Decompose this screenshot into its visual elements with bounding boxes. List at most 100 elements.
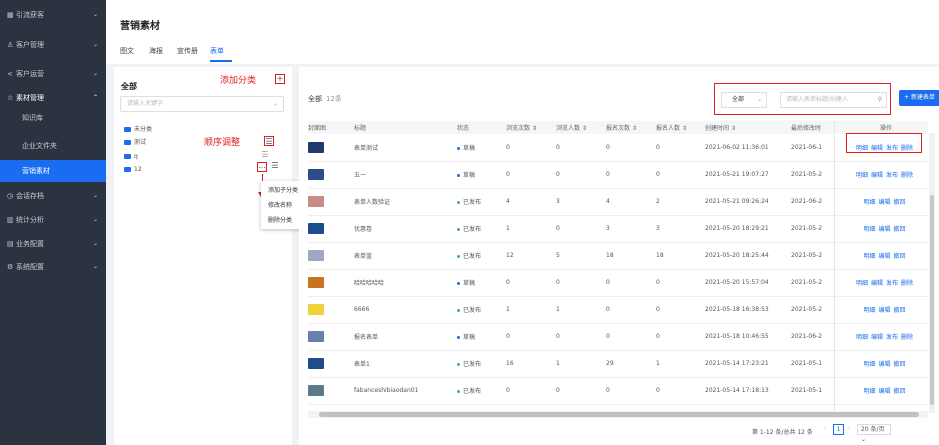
tree-item[interactable]: 12 [124,165,142,174]
cover-thumbnail [308,223,324,234]
modified-cell: 2021-05-1 [791,377,844,405]
action-link[interactable]: 删除 [901,280,913,287]
sidebar-item-archive[interactable]: ◷ 会话存档 ⌄ [0,186,106,206]
col-views[interactable]: 浏览次数 ⇕ [506,121,556,134]
add-category-icon[interactable]: + [275,74,285,84]
status-select[interactable]: 全部 ⌄ [721,92,767,108]
action-link[interactable]: 发布 [886,172,898,179]
action-link[interactable]: 编辑 [878,226,890,233]
sidebar-item-stats[interactable]: ▥ 统计分析 ⌄ [0,210,106,230]
menu-icon[interactable]: ☰ [260,150,270,160]
action-link[interactable]: 明细 [863,388,875,395]
action-link[interactable]: 明细 [856,172,868,179]
page-size-select[interactable]: 20 条/页 ⌄ [857,424,891,443]
more-icon[interactable]: ⋯ [257,162,267,172]
action-link[interactable]: 撤回 [894,199,906,206]
tree-item[interactable]: 测试 [124,138,146,147]
annotation-add-category: 添加分类 [220,76,257,86]
sidebar-sub-folder[interactable]: 企业文件夹 [0,135,106,157]
sidebar-item-operations[interactable]: < 客户运营 ⌄ [0,64,106,84]
category-panel: 全部 请输入关键字 ⌄ 未分类 测试 q 12 [114,67,292,445]
filter-box: 全部 ⌄ 请输入表单标题/创建人 ⚲ [714,83,891,115]
col-viewers[interactable]: 浏览人数 ⇕ [556,121,606,134]
col-signers[interactable]: 报名人数 ⇕ [656,121,705,134]
action-link[interactable]: 撤回 [894,226,906,233]
sidebar-item-materials[interactable]: ☆ 素材管理 ⌃ [0,88,106,108]
sidebar-item-customers[interactable]: ♙ 客户管理 ⌄ [0,35,106,55]
next-page-icon[interactable]: › [848,425,850,432]
status-cell: 已发布 [457,188,506,216]
action-link[interactable]: 编辑 [878,199,890,206]
sidebar-item-business[interactable]: ▤ 业务配置 ⌄ [0,234,106,254]
menu-rename[interactable]: 修改名称 [268,200,292,209]
form-search-input[interactable]: 请输入表单标题/创建人 ⚲ [780,92,887,108]
title-cell: 哈哈哈哈哈 [354,269,457,297]
action-link[interactable]: 编辑 [878,307,890,314]
action-link[interactable]: 明细 [863,226,875,233]
action-link[interactable]: 撤回 [894,307,906,314]
tab-brochure[interactable]: 宣传册 [177,46,198,56]
tree-item[interactable]: q [124,152,138,161]
action-link[interactable]: 发布 [886,280,898,287]
sort-icon: ⇕ [531,125,537,132]
action-link[interactable]: 撤回 [894,253,906,260]
action-link[interactable]: 编辑 [871,172,883,179]
action-link[interactable]: 明细 [863,361,875,368]
table-row: 表单1 已发布 16 1 29 1 2021-05-14 17:23:21 2021-05-1… [308,350,928,378]
signups-cell: 18 [606,242,656,270]
views-cell: 0 [506,377,556,405]
menu-icon[interactable]: ☰ [264,136,274,146]
sidebar-sub-knowledge[interactable]: 知识库 [0,107,106,129]
action-link[interactable]: 撤回 [894,361,906,368]
tree-item[interactable]: 未分类 [124,125,152,134]
sidebar-item-lead[interactable]: ▦ 引流获客 ⌄ [0,5,106,25]
created-cell: 2021-05-18 16:38:53 [705,296,791,324]
title-cell: 表单测试 [354,134,457,162]
page-number[interactable]: 1 [833,424,844,435]
menu-delete[interactable]: 删除分类 [268,215,292,224]
sidebar-sub-marketing[interactable]: 营销素材 [0,160,106,182]
action-link[interactable]: 编辑 [878,253,890,260]
action-link[interactable]: 明细 [856,280,868,287]
action-link[interactable]: 删除 [901,334,913,341]
cover-cell [308,350,354,378]
signups-cell: 4 [606,188,656,216]
col-created[interactable]: 创建时间 ⇕ [705,121,791,134]
status-label: 草稿 [463,280,476,287]
menu-icon[interactable]: ☰ [270,161,280,171]
folder-icon [124,154,131,159]
action-link[interactable]: 编辑 [871,280,883,287]
status-label: 草稿 [463,144,476,152]
category-search-input[interactable]: 请输入关键字 ⌄ [120,96,284,112]
action-link[interactable]: 明细 [863,253,875,260]
tab-poster[interactable]: 海报 [149,46,163,56]
viewers-cell: 3 [556,188,606,216]
menu-add-sub[interactable]: 添加子分类 [268,185,298,194]
action-link[interactable]: 明细 [856,334,868,341]
action-link[interactable]: 编辑 [871,334,883,341]
modified-cell: 2021-05-2 [791,215,844,243]
status-label: 已发布 [463,226,482,233]
tab-form[interactable]: 表单 [210,46,224,56]
sort-icon: ⇕ [631,125,637,132]
horizontal-scroll-thumb[interactable] [319,412,919,417]
action-link[interactable]: 编辑 [878,388,890,395]
col-label: 报名次数 [606,125,631,132]
new-form-button[interactable]: + 新建表单 [899,90,939,106]
cover-cell [308,269,354,297]
viewers-cell: 0 [556,323,606,351]
action-link[interactable]: 删除 [901,172,913,179]
folder-icon [124,127,131,132]
action-link[interactable]: 撤回 [894,388,906,395]
action-link[interactable]: 发布 [886,334,898,341]
vertical-scroll-thumb[interactable] [930,195,934,405]
title-cell: 表单1 [354,350,457,378]
action-link[interactable]: 明细 [863,199,875,206]
viewers-cell: 5 [556,242,606,270]
sidebar-item-system[interactable]: ⚙ 系统配置 ⌄ [0,257,106,277]
action-link[interactable]: 编辑 [878,361,890,368]
action-link[interactable]: 明细 [863,307,875,314]
tab-article[interactable]: 图文 [120,46,134,56]
prev-page-icon[interactable]: ‹ [824,425,826,432]
col-signups[interactable]: 报名次数 ⇕ [606,121,656,134]
